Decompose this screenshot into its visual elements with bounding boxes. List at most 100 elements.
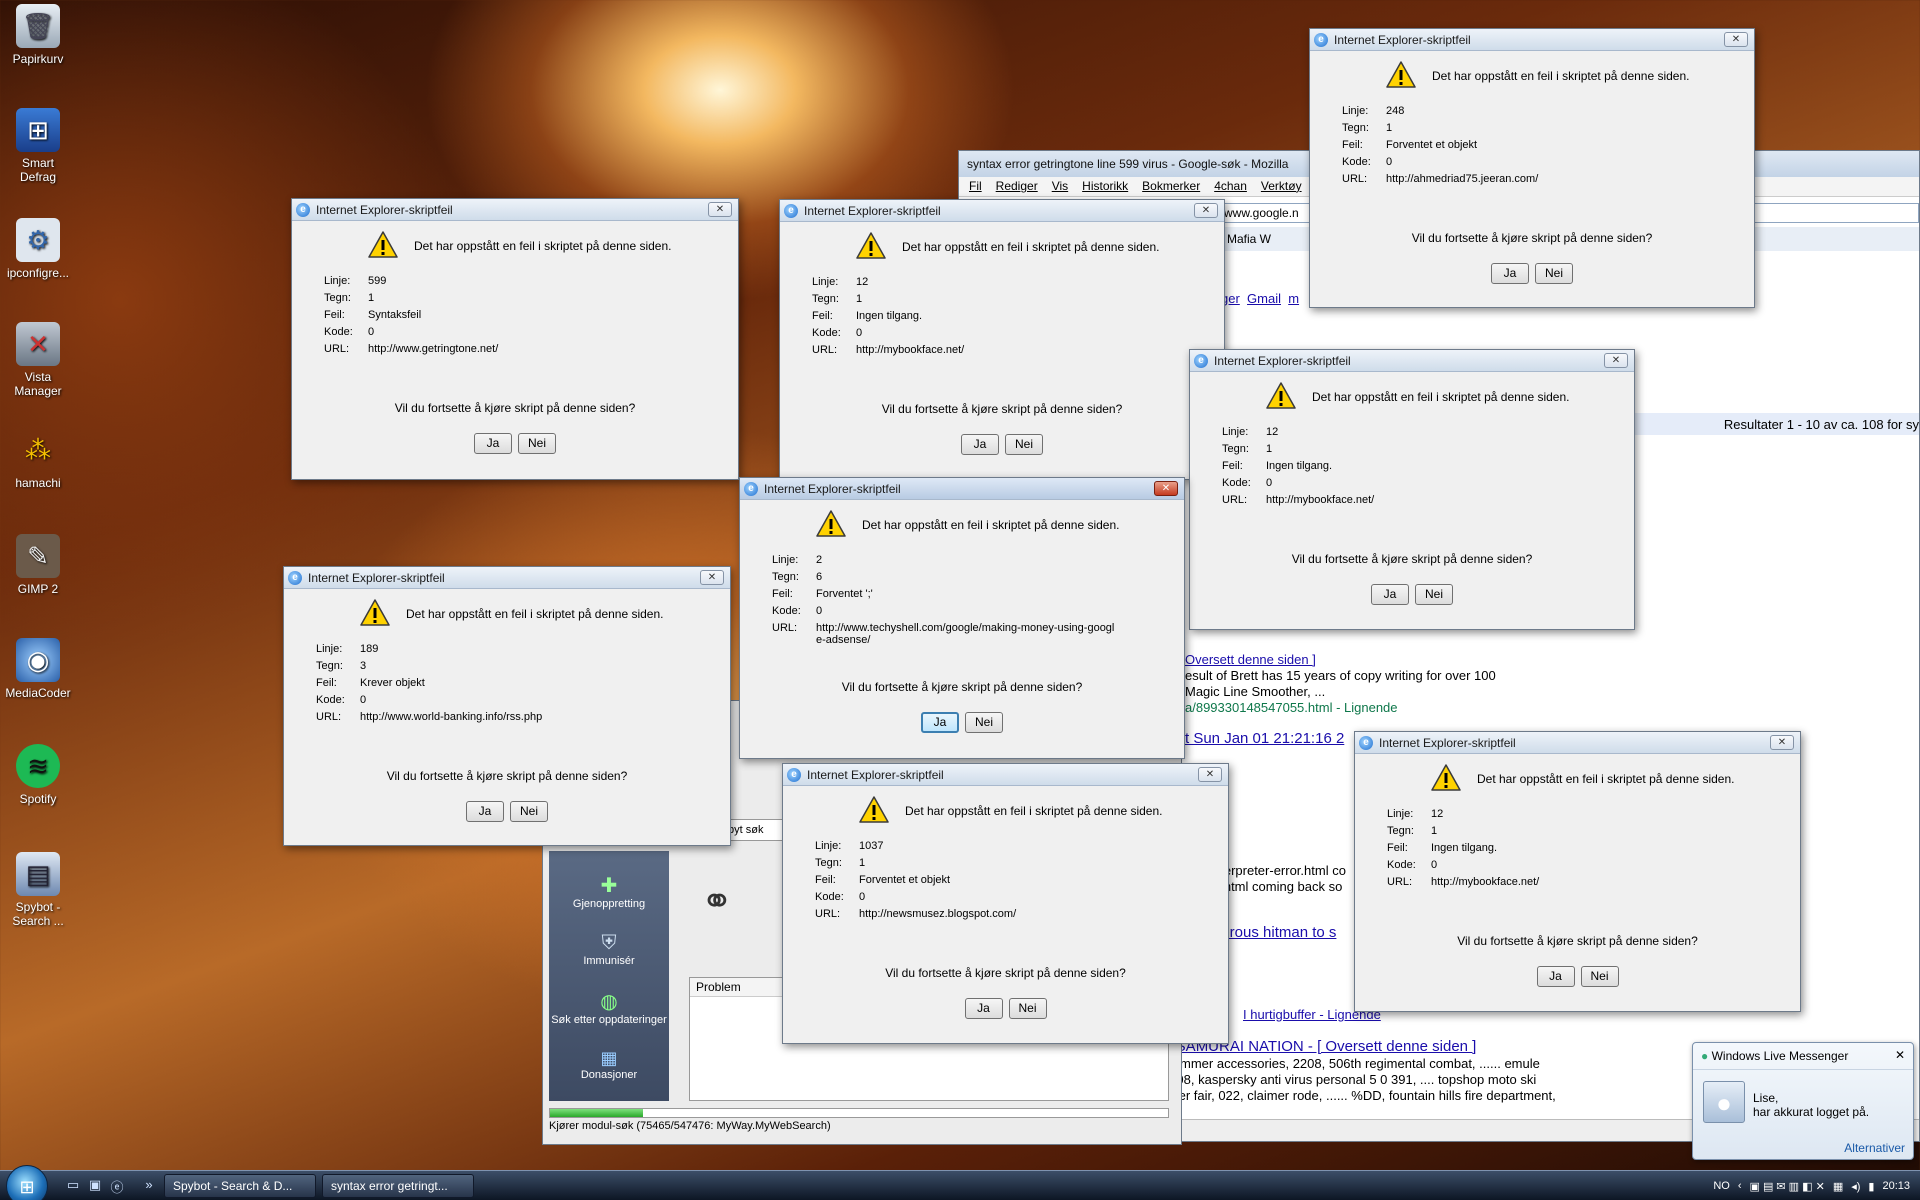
dialog-title: Internet Explorer-skriptfeil [807,767,944,782]
dialog-titlebar[interactable]: e Internet Explorer-skriptfeil ✕ [1310,29,1754,51]
google-link-gmail[interactable]: Gmail [1247,291,1281,306]
yes-button[interactable]: Ja [1536,966,1575,987]
taskbar-item-spybot[interactable]: Spybot - Search & D... [164,1174,316,1198]
no-button[interactable]: Nei [1580,966,1619,987]
menu-file[interactable]: Fil [969,179,982,194]
google-link-m[interactable]: m [1288,291,1299,306]
error-details: Linje: 1037 Tegn: 1 Feil: Forventet et obje… [815,840,1159,920]
no-button[interactable]: Nei [965,712,1003,733]
yes-button[interactable]: Ja [1371,584,1409,605]
messenger-options-link[interactable]: Alternativer [1844,1141,1905,1155]
search-snippet[interactable]: a/899330148547055.html - Lignende [1185,700,1398,716]
dialog-titlebar[interactable]: e Internet Explorer-skriptfeil ✕ [783,764,1228,786]
dialog-titlebar[interactable]: e Internet Explorer-skriptfeil ✕ [1190,350,1634,372]
desktop-icon-hamachi[interactable]: ⁂ hamachi [4,428,72,491]
close-icon[interactable]: ✕ [1895,1048,1905,1062]
close-button[interactable]: ✕ [708,202,732,217]
close-button[interactable]: ✕ [1770,735,1794,750]
switch-windows-icon[interactable]: ▣ [86,1177,104,1195]
yes-button[interactable]: Ja [921,712,959,733]
spybot-tab[interactable]: byt søk [723,819,783,841]
no-button[interactable]: Nei [518,433,556,454]
search-result-title[interactable]: gerous hitman to s [1213,925,1336,941]
close-button[interactable]: ✕ [700,570,724,585]
desktop-icon-spotify[interactable]: ≋ Spotify [4,744,72,806]
show-desktop-icon[interactable]: ▭ [64,1177,82,1195]
desktop-icon-recycle-bin[interactable]: 🗑 Papirkurv [4,4,72,66]
no-button[interactable]: Nei [1415,584,1453,605]
yes-button[interactable]: Ja [961,434,999,455]
close-icon: ✕ [1611,355,1621,366]
warning-icon [1386,61,1416,88]
dialog-titlebar[interactable]: e Internet Explorer-skriptfeil ✕ [780,200,1224,222]
close-button[interactable]: ✕ [1194,203,1218,218]
menu-view[interactable]: Vis [1052,179,1068,194]
desktop-icon-smart-defrag[interactable]: ⊞ Smart Defrag [4,108,72,184]
menu-history[interactable]: Historikk [1082,179,1128,194]
error-details: Linje: 248 Tegn: 1 Feil: Forventet et objek… [1342,105,1686,185]
messenger-toast[interactable]: ● Windows Live Messenger ✕ ● Lise, har a… [1692,1042,1914,1160]
volume-icon[interactable]: ◂) [1851,1180,1860,1193]
menu-tools[interactable]: Verktøy [1261,179,1302,194]
field-code: 0 [856,327,863,339]
close-button[interactable]: ✕ [1604,353,1628,368]
search-result-title[interactable]: t Sun Jan 01 21:21:16 2 [1185,731,1344,747]
start-button[interactable]: ⊞ [6,1165,48,1200]
desktop-icon-ipconfig[interactable]: ⚙ ipconfigre... [4,218,72,280]
menu-4chan[interactable]: 4chan [1214,179,1247,194]
dialog-title: Internet Explorer-skriptfeil [1379,735,1516,750]
spybot-update[interactable]: ◍ Søk etter oppdateringer [549,989,669,1026]
yes-button[interactable]: Ja [964,998,1003,1019]
search-snippet: n.html coming back so [1213,879,1343,894]
tray-arrow-icon[interactable]: ‹ [1738,1180,1742,1192]
clock[interactable]: 20:13 [1882,1180,1910,1192]
messenger-line2: har akkurat logget på. [1753,1105,1870,1119]
field-label-line: Linje: [1387,808,1414,820]
no-button[interactable]: Nei [1005,434,1043,455]
field-label-url: URL: [812,344,838,356]
no-button[interactable]: Nei [1535,263,1573,284]
close-button[interactable]: ✕ [1198,767,1222,782]
no-button[interactable]: Nei [510,801,548,822]
close-button[interactable]: ✕ [1724,32,1748,47]
desktop-icon-spybot[interactable]: ▤ Spybot - Search ... [4,852,72,928]
dialog-titlebar[interactable]: e Internet Explorer-skriptfeil ✕ [292,199,738,221]
spybot-restore[interactable]: ✚ Gjenoppretting [549,873,669,910]
yes-button[interactable]: Ja [474,433,512,454]
close-icon: ✕ [1777,737,1787,748]
spybot-donate[interactable]: ▦ Donasjoner [549,1048,669,1081]
spybot-immunize[interactable]: ⛨ Immunisér [549,932,669,967]
field-label-line: Linje: [1342,105,1369,117]
tray-icons[interactable]: ▣ ▤ ✉ ▥ ◧ ✕ [1750,1180,1825,1193]
dialog-titlebar[interactable]: e Internet Explorer-skriptfeil ✕ [740,478,1184,500]
bookmark-mafia[interactable]: Mafia W [1227,232,1271,246]
menu-edit[interactable]: Rediger [996,179,1038,194]
dialog-titlebar[interactable]: e Internet Explorer-skriptfeil ✕ [1355,732,1800,754]
yes-button[interactable]: Ja [1491,263,1529,284]
dialog-titlebar[interactable]: e Internet Explorer-skriptfeil ✕ [284,567,730,589]
search-snippet-translate[interactable]: Oversett denne siden ] [1185,652,1316,668]
field-line: 599 [368,275,387,287]
error-details: Linje: 12 Tegn: 1 Feil: Ingen tilgang. Kode… [1222,426,1566,506]
desktop-icon-mediacoder[interactable]: ◉ MediaCoder [4,638,72,700]
menu-bookmarks[interactable]: Bokmerker [1142,179,1200,194]
ie-icon[interactable]: ⓔ [108,1177,126,1195]
messenger-title: ● Windows Live Messenger ✕ [1693,1043,1913,1070]
yes-button[interactable]: Ja [466,801,504,822]
language-indicator[interactable]: NO [1713,1180,1730,1192]
field-error: Ingen tilgang. [1266,460,1333,472]
desktop-icon-vista-manager[interactable]: ✕ Vista Manager [4,322,72,398]
dialog-message: Det har oppstått en feil i skriptet på d… [905,804,1163,818]
no-button[interactable]: Nei [1008,998,1047,1019]
spybot-immunize-label: Immunisér [583,955,635,967]
script-error-dialog: e Internet Explorer-skriptfeil ✕ Det har… [739,477,1185,759]
taskbar-item-firefox[interactable]: syntax error getringt... [322,1174,474,1198]
power-icon[interactable]: ▮ [1868,1180,1874,1193]
quicklaunch-expand-icon[interactable]: » [140,1177,158,1195]
close-button[interactable]: ✕ [1154,481,1178,496]
field-label-code: Kode: [324,326,353,338]
desktop-icon-gimp[interactable]: ✎ GIMP 2 [4,534,72,596]
close-icon: ✕ [1161,483,1171,494]
ie-icon: e [1314,32,1328,47]
network-tray-icon[interactable]: ▦ [1833,1180,1843,1193]
